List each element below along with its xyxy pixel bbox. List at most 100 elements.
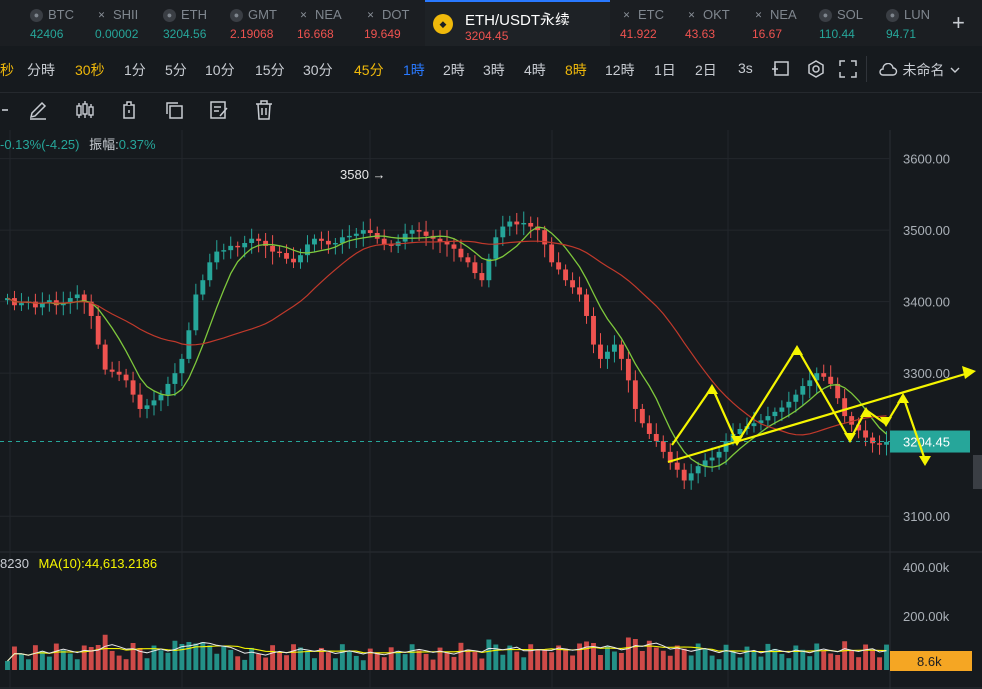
volume-bar bbox=[828, 653, 834, 670]
volume-bar bbox=[842, 641, 848, 670]
scroll-handle bbox=[973, 455, 982, 489]
candle-body bbox=[688, 473, 694, 481]
volume-bar bbox=[709, 655, 715, 670]
price-chart[interactable]: 3600.00 3500.00 3400.00 3300.00 3100.00 3204.… bbox=[0, 0, 982, 689]
volume-bar bbox=[877, 657, 882, 670]
candle-body bbox=[144, 405, 150, 409]
candle-body bbox=[737, 428, 743, 434]
volume-bar bbox=[409, 644, 415, 670]
candle-body bbox=[214, 251, 220, 263]
candle-body bbox=[18, 303, 24, 306]
candle-body bbox=[646, 423, 652, 434]
candle-body bbox=[709, 457, 715, 461]
volume-bar bbox=[374, 652, 380, 670]
candle-body bbox=[793, 394, 799, 402]
candle-body bbox=[653, 433, 659, 442]
volume-bar bbox=[430, 659, 436, 670]
volume-bar bbox=[737, 657, 743, 670]
candle-body bbox=[479, 273, 485, 281]
volume-bar bbox=[53, 643, 59, 670]
volume-bar bbox=[249, 647, 255, 670]
candle-body bbox=[193, 294, 199, 331]
volume-bar bbox=[528, 644, 534, 670]
volume-bar bbox=[284, 655, 289, 670]
candle-body bbox=[332, 243, 338, 245]
candle-body bbox=[172, 373, 178, 384]
current-price-label: 3204.45 bbox=[903, 435, 950, 450]
candle-body bbox=[681, 469, 687, 481]
volume-bar bbox=[632, 639, 638, 670]
volume-bar bbox=[521, 657, 527, 670]
candle-body bbox=[500, 226, 506, 238]
candle-body bbox=[493, 237, 499, 259]
volume-bar bbox=[500, 654, 506, 670]
price-tick-label: 3600.00 bbox=[903, 152, 950, 167]
volume-bar bbox=[18, 653, 24, 670]
price-tick-label: 3100.00 bbox=[903, 509, 950, 524]
volume-bar bbox=[814, 643, 820, 670]
candle-body bbox=[786, 401, 792, 408]
candle-body bbox=[618, 344, 624, 359]
volume-bar bbox=[779, 653, 785, 670]
volume-bar bbox=[102, 634, 108, 670]
candle-body bbox=[639, 408, 645, 424]
volume-bar bbox=[688, 655, 694, 670]
candle-body bbox=[130, 380, 136, 395]
volume-bar bbox=[563, 648, 569, 670]
volume-bar bbox=[856, 657, 862, 670]
volume-bar bbox=[570, 655, 576, 670]
candle-body bbox=[549, 244, 555, 263]
candle-body bbox=[723, 441, 729, 452]
volume-bar bbox=[179, 644, 185, 670]
volume-bar bbox=[458, 642, 464, 670]
volume-bar bbox=[305, 650, 310, 670]
volume-bar bbox=[67, 653, 73, 670]
volume-tick-label: 400.00k bbox=[903, 560, 950, 575]
chart-info-line: -0.13%(-4.25) 振幅:0.37% bbox=[0, 134, 156, 153]
volume-bar bbox=[395, 650, 401, 670]
volume-bar bbox=[681, 648, 687, 670]
volume-bar bbox=[360, 660, 366, 670]
candle-body bbox=[179, 358, 185, 374]
volume-bar bbox=[256, 653, 262, 670]
candle-body bbox=[123, 374, 129, 381]
volume-bar bbox=[716, 659, 722, 670]
candle-body bbox=[409, 230, 415, 234]
volume-bar bbox=[298, 647, 303, 670]
candle-body bbox=[563, 269, 569, 281]
candle-body bbox=[151, 400, 157, 406]
candle-body bbox=[465, 257, 471, 263]
candle-body bbox=[249, 238, 255, 244]
candle-body bbox=[611, 344, 617, 352]
volume-bar bbox=[109, 650, 115, 670]
candle-body bbox=[116, 371, 122, 375]
candle-body bbox=[660, 441, 666, 452]
volume-bar bbox=[674, 645, 680, 670]
volume-bar bbox=[172, 640, 178, 670]
candle-body bbox=[765, 416, 771, 421]
volume-bar bbox=[800, 649, 806, 670]
volume-bar bbox=[165, 652, 171, 670]
volume-bar bbox=[325, 652, 331, 670]
volume-bar bbox=[123, 659, 129, 670]
price-tick-label: 3500.00 bbox=[903, 223, 950, 238]
volume-bar bbox=[388, 647, 394, 670]
volume-bar bbox=[786, 658, 792, 670]
candle-body bbox=[528, 222, 534, 227]
volume-bar bbox=[870, 650, 876, 670]
volume-bar bbox=[639, 651, 645, 670]
candle-body bbox=[605, 351, 610, 359]
volume-bar bbox=[618, 653, 624, 670]
volume-bar bbox=[514, 651, 520, 670]
price-change: -0.13%(-4.25) bbox=[0, 137, 80, 152]
price-tick-label: 3300.00 bbox=[903, 366, 950, 381]
candle-body bbox=[277, 251, 283, 254]
volume-bar bbox=[744, 646, 750, 670]
volume-bar bbox=[653, 647, 659, 670]
volume-bar bbox=[660, 650, 666, 670]
candle-body bbox=[74, 294, 80, 299]
candle-body bbox=[779, 407, 785, 412]
volume-bar bbox=[542, 649, 548, 670]
candle-body bbox=[521, 222, 527, 225]
candle-body bbox=[598, 344, 603, 359]
